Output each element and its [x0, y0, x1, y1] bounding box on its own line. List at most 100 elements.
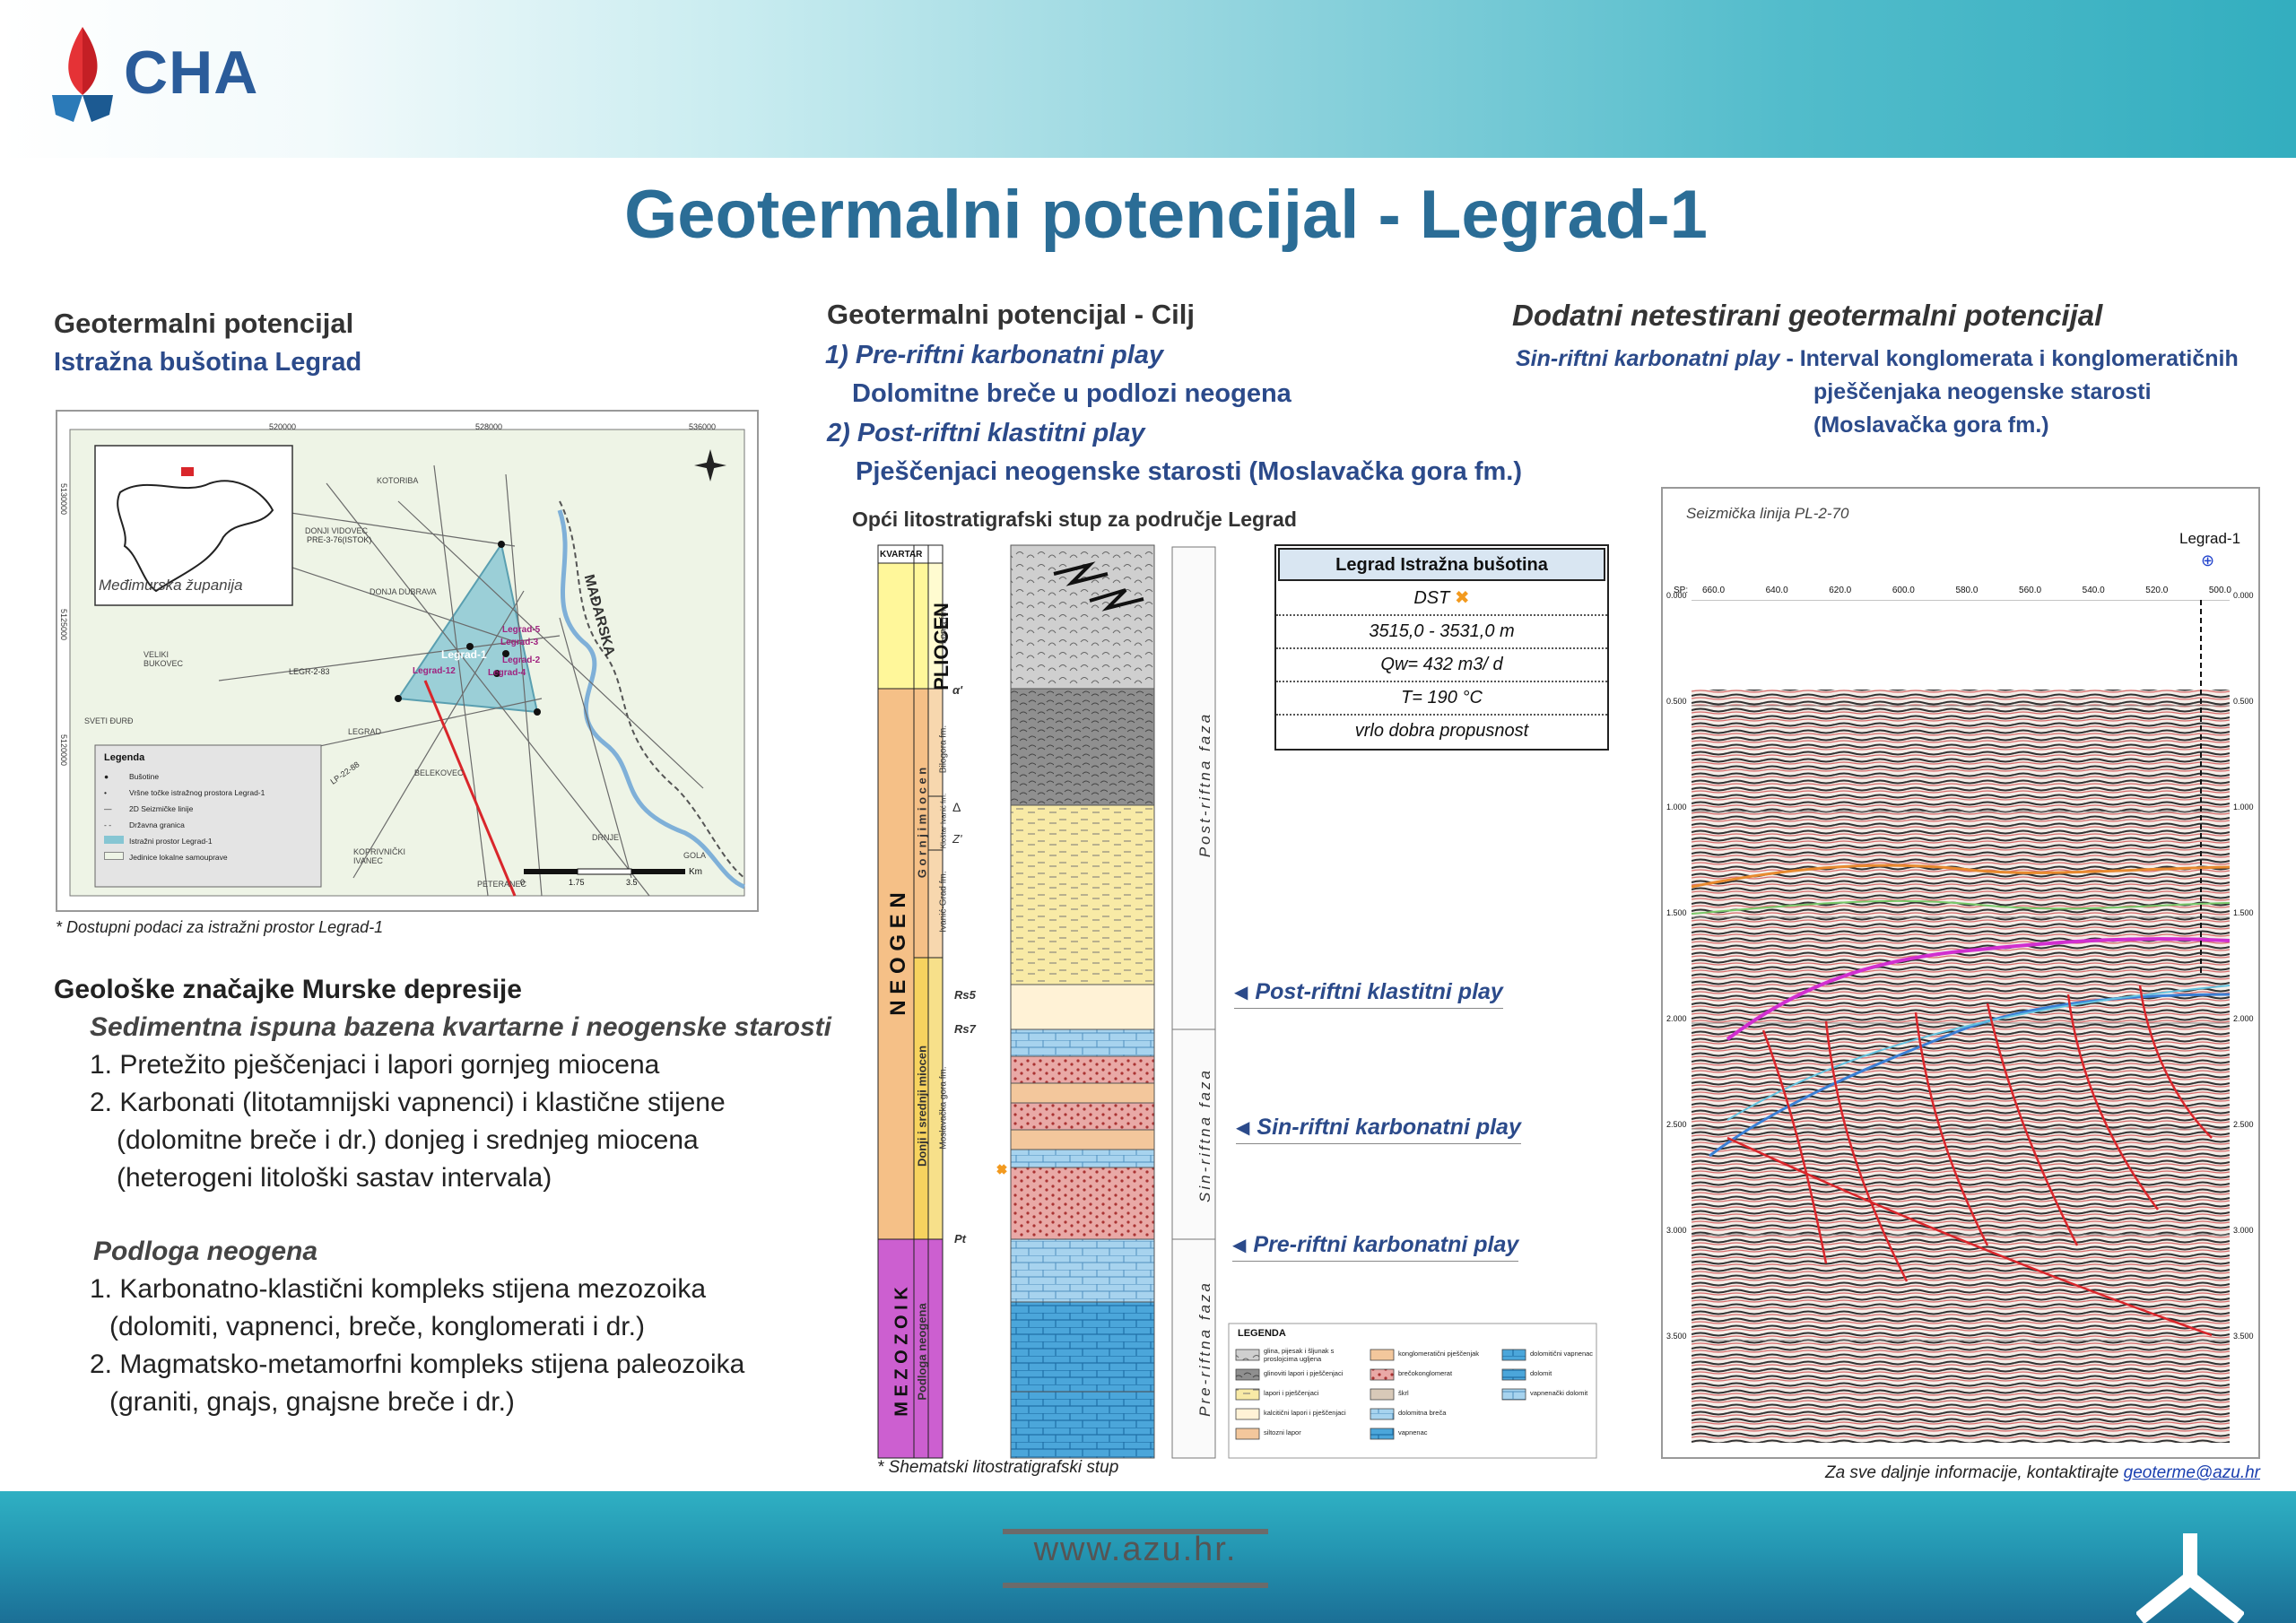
seismic-well-label: Legrad-1	[2179, 530, 2241, 547]
time-tick: 3.500	[2233, 1332, 2254, 1341]
map-grid-label: 5130000	[59, 483, 68, 516]
time-tick: 3.000	[1666, 1226, 1687, 1235]
map-place-label: DRNJE	[592, 833, 620, 842]
map-legend-item: Istražni prostor Legrad-1	[104, 833, 316, 849]
map-seismic-line-label: LEGR-2-83	[289, 667, 330, 676]
marker-label: α'	[952, 683, 963, 697]
time-tick: 0.500	[1666, 697, 1687, 706]
phase-sin-rift: Sin-riftna faza	[1196, 1068, 1213, 1202]
geology-title: Geološke značajke Murske depresije	[54, 975, 522, 1004]
play2-title: 2) Post-riftni klastitni play	[827, 419, 1145, 447]
legend-item: konglomeratični pješčenjak	[1398, 1350, 1480, 1358]
map-grid-label: 5125000	[59, 609, 68, 641]
era-label-neogen: N E O G E N	[886, 892, 910, 1016]
column-caption: * Shematski litostratigrafski stup	[877, 1458, 1119, 1477]
right-play-line: Sin-riftni karbonatni play - Interval ko…	[1516, 346, 2239, 372]
legend-item: glinoviti lapori i pješčenjaci	[1264, 1369, 1344, 1377]
right-play-desc: - Interval konglomerata i konglomeratičn…	[1786, 346, 2239, 371]
time-tick: 2.000	[1666, 1014, 1687, 1023]
dst-interval: 3515,0 - 3531,0 m	[1276, 616, 1607, 649]
formation-moslavacka: Moslavačka gora fm.	[938, 1066, 949, 1150]
legend-title: LEGENDA	[1238, 1328, 1286, 1339]
marker-label: Δ	[952, 800, 961, 814]
contact-email-link[interactable]: geoterme@azu.hr	[2124, 1463, 2260, 1482]
time-tick: 2.500	[2233, 1120, 2254, 1129]
legend-item: lapori i pješčenjaci	[1264, 1389, 1319, 1397]
map-place-label: VELIKI BUKOVEC	[144, 650, 184, 668]
well-location-icon: ⊕	[2201, 551, 2215, 569]
legend-item: brečokonglomerat	[1398, 1369, 1453, 1377]
left-heading: Geotermalni potencijal	[54, 308, 354, 339]
geology-item: 2. Karbonati (litotamnijski vapnenci) i …	[90, 1088, 726, 1117]
sp-tick: 560.0	[2019, 586, 2042, 595]
map-scale-label: Km	[689, 867, 702, 877]
marker-label: Pt	[954, 1232, 966, 1245]
dst-permeability: vrlo dobra propusnost	[1354, 721, 1529, 741]
dst-marker-icon: ✖	[1454, 588, 1470, 608]
page-title: Geotermalni potencijal - Legrad-1	[624, 177, 1708, 253]
legend-item: dolomitna breča	[1398, 1409, 1447, 1417]
seismic-title: Seizmička linija PL-2-70	[1686, 505, 1849, 522]
play1-title: 1) Pre-riftni karbonatni play	[825, 341, 1164, 369]
map-place-label: SVETI ĐURĐ	[84, 716, 134, 725]
arrow-left-icon: ◀	[1236, 1118, 1250, 1138]
time-tick: 2.500	[1666, 1120, 1687, 1129]
time-tick: 1.000	[2233, 803, 2254, 812]
time-tick: 2.000	[2233, 1014, 2254, 1023]
map-legend-title: Legenda	[104, 752, 145, 763]
map-scale-label: 0	[520, 878, 526, 887]
legend-item: glina, pijesak i šljunak s proslojcima u…	[1264, 1347, 1335, 1363]
map-place-label: DONJI VIDOVEC	[305, 526, 369, 535]
play-label-sin-rift: ◀ Sin-riftni karbonatni play	[1236, 1115, 1521, 1144]
time-tick: 3.500	[1666, 1332, 1687, 1341]
time-tick: 3.000	[2233, 1226, 2254, 1235]
formation-bilogora: Bilogora fm.	[938, 725, 949, 774]
middle-heading: Geotermalni potencijal - Cilj	[827, 299, 1195, 330]
map-scale-label: 3.5	[626, 878, 638, 887]
map-legend-item: • Vršne točke istražnog prostora Legrad-1	[104, 788, 265, 797]
map-grid-label: 528000	[475, 422, 503, 431]
dst-results-table: Legrad Istražna bušotina DST ✖ 3515,0 - …	[1274, 544, 1609, 751]
time-tick: 1.500	[2233, 908, 2254, 917]
header-banner	[0, 0, 2296, 158]
time-tick: 0.000	[1666, 591, 1687, 600]
geology-item: (heterogeni litološki sastav intervala)	[117, 1163, 552, 1193]
time-tick: 0.500	[2233, 697, 2254, 706]
footer-website-link[interactable]: www.azu.hr.	[1003, 1531, 1268, 1569]
map-caption: * Dostupni podaci za istražni prostor Le…	[56, 918, 384, 936]
legend-item: škrl	[1398, 1389, 1409, 1397]
azu-logo-icon	[2136, 1533, 2244, 1623]
contact-line: Za sve daljnje informacije, kontaktirajt…	[1686, 1463, 2260, 1483]
geology-item: (graniti, gnajs, gnajsne breče i dr.)	[109, 1387, 515, 1417]
legend-item: kalcitični lapori i pješčenjaci	[1264, 1409, 1346, 1417]
legend-item: siltozni lapor	[1264, 1428, 1301, 1436]
map-well-label: Legrad-1	[441, 648, 487, 661]
geology-subtitle: Sedimentna ispuna bazena kvartarne i neo…	[90, 1012, 831, 1042]
legend-item: dolomitični vapnenac	[1530, 1350, 1594, 1358]
arrow-left-icon: ◀	[1234, 983, 1248, 1002]
play1-description: Dolomitne breče u podlozi neogena	[852, 379, 1292, 408]
map-legend-item: - - Državna granica	[104, 820, 185, 829]
map-well-label: Legrad-3	[500, 638, 539, 647]
play-label-post-rift: ◀ Post-riftni klastitni play	[1234, 979, 1503, 1009]
era-label-kvartar: KVARTAR	[880, 550, 923, 560]
play2-description: Pješčenjaci neogenske starosti (Moslavač…	[856, 457, 1523, 486]
right-play-desc-2: pješčenjaka neogenske starosti	[1813, 379, 2152, 404]
dst-table-title: Legrad Istražna bušotina	[1278, 548, 1605, 581]
phase-pre-rift: Pre-riftna faza	[1196, 1280, 1213, 1417]
contact-text: Za sve daljnje informacije, kontaktirajt…	[1824, 1463, 2119, 1482]
subera-gornji-miocen: G o r n j i m i o c e n	[915, 767, 929, 879]
map-well-label: Legrad-4	[488, 668, 526, 678]
right-play-desc-3: (Moslavačka gora fm.)	[1813, 412, 2049, 438]
map-legend-item: ● Bušotine	[104, 772, 160, 781]
era-label-mezozoik: M E Z O Z O I K	[891, 1287, 912, 1417]
time-axis-right: 0.000 0.500 1.000 1.500 2.000 2.500 3.00…	[2233, 591, 2260, 1443]
legend-item: dolomit	[1530, 1369, 1552, 1377]
map-region-label: Međimurska županija	[99, 577, 243, 594]
map-place-label: DONJA DUBRAVA	[370, 587, 437, 596]
legend-item: vapnenac	[1398, 1428, 1428, 1436]
right-heading: Dodatni netestirani geotermalni potencij…	[1512, 299, 2103, 332]
map-well-label: Legrad-5	[502, 625, 541, 635]
geology-item: (dolomiti, vapnenci, breče, konglomerati…	[109, 1312, 645, 1341]
arrow-left-icon: ◀	[1232, 1236, 1247, 1255]
